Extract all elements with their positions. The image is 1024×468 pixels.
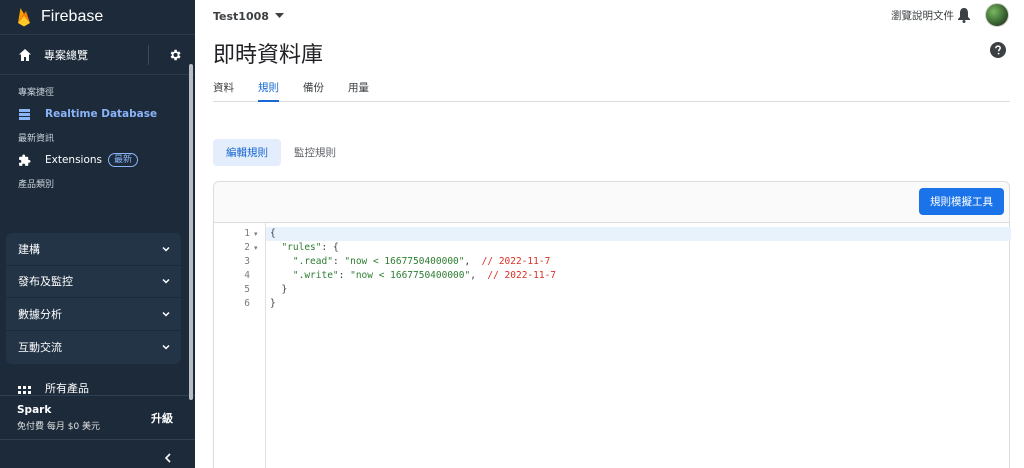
gear-icon xyxy=(170,49,181,60)
tab-backups[interactable]: 備份 xyxy=(303,78,324,102)
plan-panel: Spark 免付費 每月 $0 美元 升級 xyxy=(0,395,195,440)
category-build[interactable]: 建構 xyxy=(6,233,181,266)
settings-button[interactable] xyxy=(161,48,189,62)
help-button[interactable] xyxy=(990,42,1006,62)
chevron-down-icon xyxy=(162,246,170,252)
section-shortcuts: 專案捷徑 xyxy=(18,87,55,98)
code-line-5: } xyxy=(281,284,288,295)
line-number: 4 xyxy=(244,270,250,281)
line-number: 6 xyxy=(244,298,250,309)
line-number: 5 xyxy=(244,284,250,295)
category-analytics[interactable]: 數據分析 xyxy=(6,298,181,331)
category-engage[interactable]: 互動交流 xyxy=(6,331,181,364)
docs-link[interactable]: 瀏覽說明文件 xyxy=(891,8,954,23)
code-line-1: { xyxy=(270,228,276,239)
chevron-left-icon xyxy=(164,453,171,463)
sidebar-item-label: Extensions xyxy=(45,154,103,166)
bell-icon xyxy=(958,8,970,23)
new-badge: 最新 xyxy=(108,153,139,167)
plan-name: Spark xyxy=(17,403,52,416)
rules-simulator-button[interactable]: 規則模擬工具 xyxy=(919,188,1004,215)
tab-data[interactable]: 資料 xyxy=(213,78,234,102)
firebase-flame-icon xyxy=(18,8,30,27)
line-number: 2 xyxy=(244,242,250,253)
avatar[interactable] xyxy=(985,3,1009,27)
database-icon xyxy=(19,108,30,120)
chevron-down-icon xyxy=(162,311,170,317)
code-line-4: ".write": "now < 1667750400000", // 2022… xyxy=(292,270,557,281)
line-number: 1 xyxy=(244,228,250,239)
section-news: 最新資訊 xyxy=(18,133,55,144)
rules-subtabs: 編輯規則 監控規則 xyxy=(213,139,349,166)
help-icon xyxy=(990,42,1006,58)
sidebar-item-extensions[interactable]: Extensions 最新 xyxy=(0,145,195,175)
sidebar: Firebase 專案總覽 專案捷徑 Realtime Database 最新資… xyxy=(0,0,195,468)
code-line-3: ".read": "now < 1667750400000", // 2022-… xyxy=(292,256,551,267)
sidebar-item-realtime-database[interactable]: Realtime Database xyxy=(0,99,195,129)
divider xyxy=(148,44,149,65)
section-categories: 產品類別 xyxy=(18,179,55,190)
brand-name: Firebase xyxy=(41,8,104,25)
product-category-group: 建構 發布及監控 數據分析 互動交流 xyxy=(6,233,181,364)
tab-rules[interactable]: 規則 xyxy=(258,78,279,102)
apps-grid-icon xyxy=(18,385,31,394)
subtab-monitor-rules[interactable]: 監控規則 xyxy=(281,139,349,166)
home-icon xyxy=(19,48,31,61)
tab-usage[interactable]: 用量 xyxy=(348,78,369,102)
upgrade-button[interactable]: 升級 xyxy=(151,410,173,426)
subtab-edit-rules[interactable]: 編輯規則 xyxy=(213,139,281,166)
plan-description: 免付費 每月 $0 美元 xyxy=(17,421,101,432)
project-name: Test1008 xyxy=(213,9,269,23)
fold-arrow-icon[interactable]: ▾ xyxy=(254,241,258,255)
project-overview-label: 專案總覽 xyxy=(44,48,88,62)
notifications-button[interactable] xyxy=(957,7,971,27)
fold-arrow-icon[interactable]: ▾ xyxy=(254,227,258,241)
chevron-down-icon xyxy=(162,344,170,350)
main-content: Test1008 瀏覽說明文件 即時資料庫 資料 規則 備份 用量 編輯規則 監… xyxy=(195,0,1024,468)
collapse-sidebar-button[interactable] xyxy=(162,449,174,468)
chevron-down-icon xyxy=(162,279,170,284)
project-overview[interactable]: 專案總覽 xyxy=(0,34,195,75)
editor-toolbar: 規則模擬工具 xyxy=(214,182,1009,223)
code-line-6: } xyxy=(270,298,276,309)
page-title: 即時資料庫 xyxy=(213,43,324,68)
project-selector[interactable]: Test1008 xyxy=(213,8,284,24)
caret-down-icon xyxy=(274,13,284,18)
line-number: 3 xyxy=(244,256,250,267)
sidebar-item-label: Realtime Database xyxy=(45,108,158,120)
sidebar-item-all-products[interactable]: 所有產品 xyxy=(0,380,190,396)
brand[interactable]: Firebase xyxy=(0,0,195,34)
category-release-monitor[interactable]: 發布及監控 xyxy=(6,266,181,298)
sidebar-scrollbar[interactable] xyxy=(189,64,193,400)
code-line-2: "rules": { xyxy=(281,242,339,253)
active-line-highlight xyxy=(266,227,1011,241)
rules-editor: 規則模擬工具 1 ▾ 2 ▾ 3 4 5 6 { "rules": { ".re… xyxy=(213,181,1011,468)
sidebar-item-label: 所有產品 xyxy=(45,382,89,395)
code-editor[interactable]: 1 ▾ 2 ▾ 3 4 5 6 { "rules": { ".read": "n… xyxy=(214,223,1011,468)
page-tabs: 資料 規則 備份 用量 xyxy=(213,78,1010,102)
extensions-icon xyxy=(19,154,31,166)
